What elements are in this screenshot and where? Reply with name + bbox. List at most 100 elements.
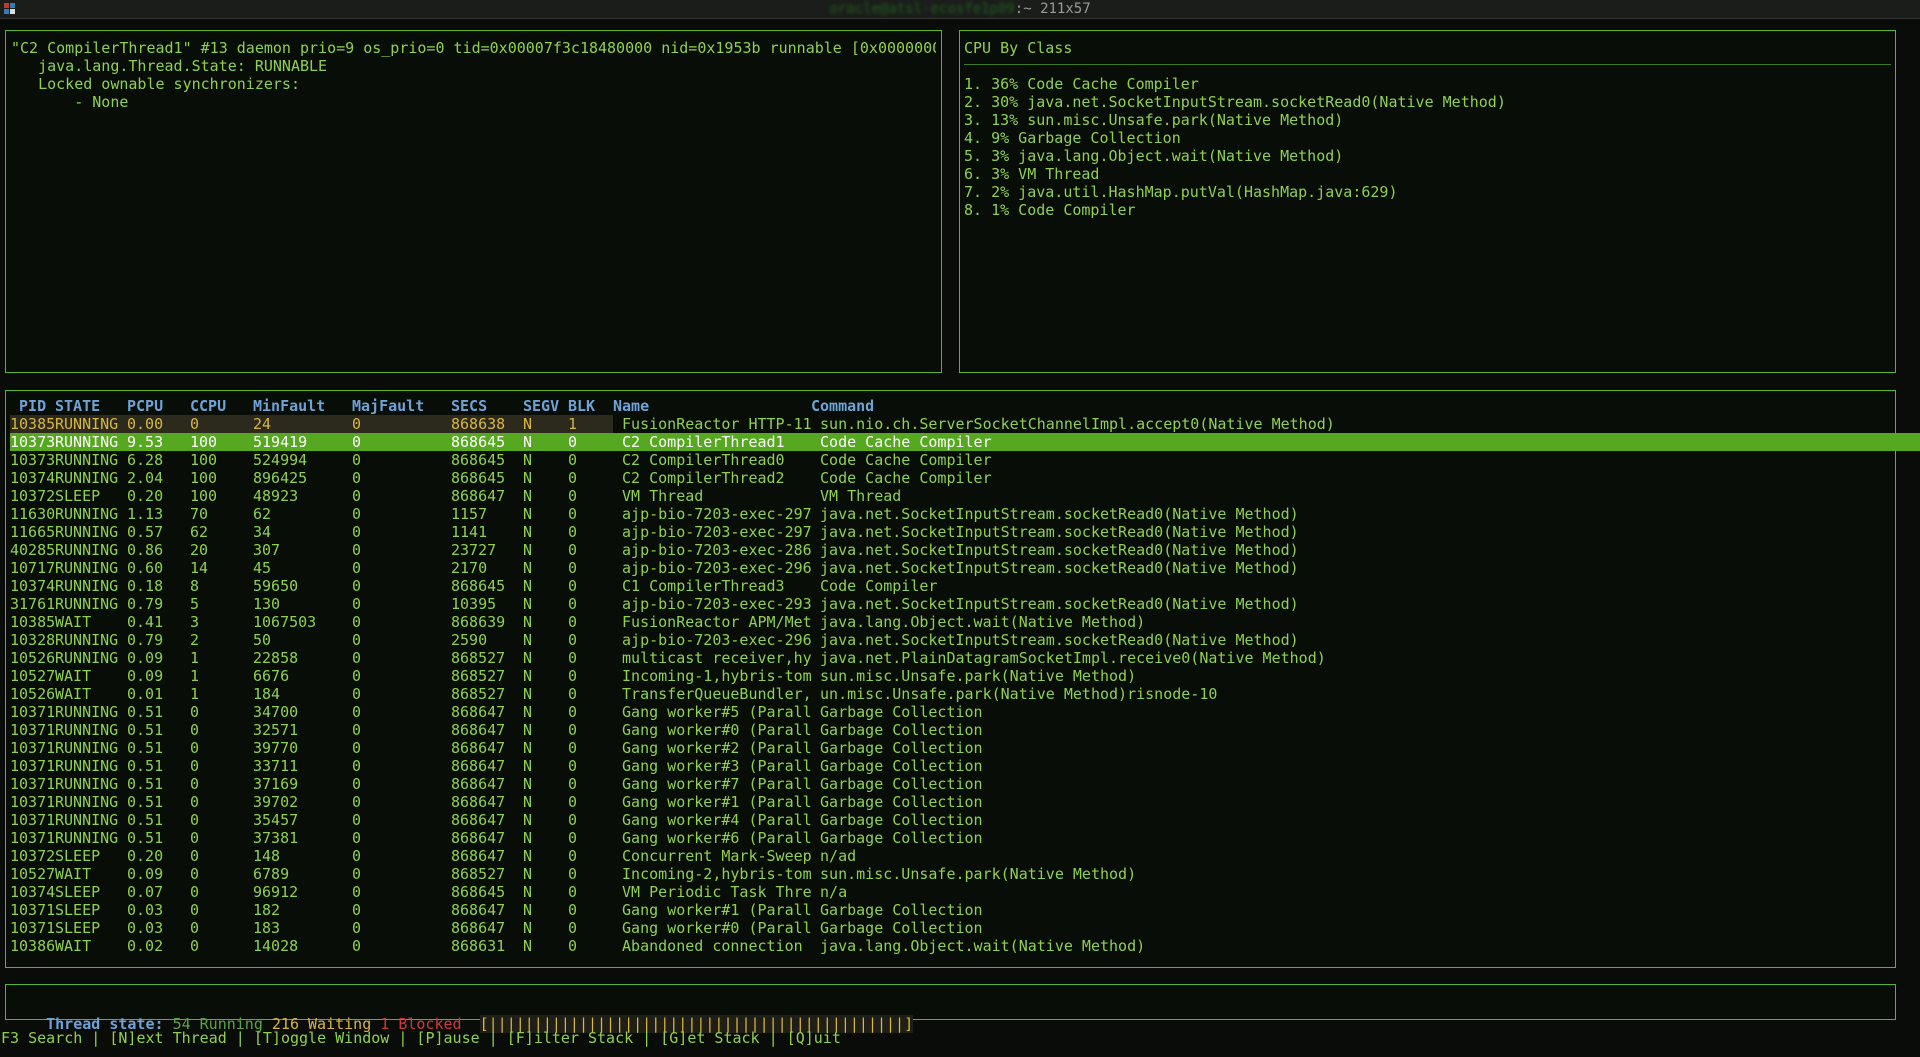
thread-cell-secs: 868647: [451, 739, 506, 757]
thread-cell-segv: N: [523, 577, 533, 595]
column-header-blk[interactable]: BLK: [568, 397, 613, 415]
thread-row[interactable]: 103718SLEEP 0.03 0 183 0 868647 N 0 Gang worker…: [10, 919, 1920, 937]
column-header-secs[interactable]: SECS: [451, 397, 523, 415]
thread-cell-ccpu: 0: [190, 793, 200, 811]
column-header-minfault[interactable]: MinFault: [253, 397, 352, 415]
thread-cell-pid: 103739: [10, 433, 55, 451]
thread-cell-pcpu: 2.04: [127, 469, 164, 487]
thread-row[interactable]: 105265WAIT 0.01 1 184 0 868527 N 0 TransferQueu…: [10, 685, 1920, 703]
thread-cell-pcpu: 0.51: [127, 829, 164, 847]
thread-cell-name: C2 CompilerThread2: [613, 469, 785, 487]
thread-cell-blk: 0: [568, 559, 578, 577]
thread-row[interactable]: 103280RUNNING 0.79 2 50 0 2590 N 0 ajp-bio-7203…: [10, 631, 1920, 649]
thread-row[interactable]: 105275WAIT 0.09 0 6789 0 868527 N 0 Incoming-2,…: [10, 865, 1920, 883]
thread-cell-ccpu: 0: [190, 901, 200, 919]
thread-cell-minfault: 307: [253, 541, 281, 559]
thread-row[interactable]: 107175RUNNING 0.60 14 45 0 2170 N 0 ajp-bio-720…: [10, 559, 1920, 577]
thread-table[interactable]: PID STATE PCPU CCPU MinFault MajFault SECS SEGV…: [10, 397, 1920, 955]
thread-row[interactable]: 103715RUNNING 0.51 0 34700 0 868647 N 0 Gang wo…: [10, 703, 1920, 721]
thread-row[interactable]: 103726SLEEP 0.20 100 48923 0 868647 N 0 VM Thre…: [10, 487, 1920, 505]
column-header-name[interactable]: Name: [613, 397, 811, 415]
thread-row[interactable]: 103712RUNNING 0.51 0 39770 0 868647 N 0 Gang wo…: [10, 739, 1920, 757]
thread-cell-secs: 868527: [451, 685, 506, 703]
thread-cell-state: SLEEP: [55, 487, 101, 505]
column-header-command[interactable]: Command: [811, 397, 1920, 415]
thread-row[interactable]: 103716RUNNING 0.51 0 37381 0 868647 N 0 Gang wo…: [10, 829, 1920, 847]
column-header-pcpu[interactable]: PCPU: [127, 397, 190, 415]
thread-row[interactable]: 103717RUNNING 0.51 0 37169 0 868647 N 0 Gang wo…: [10, 775, 1920, 793]
thread-cell-state: RUNNING: [55, 451, 119, 469]
thread-row[interactable]: 103711RUNNING 0.51 0 39702 0 868647 N 0 Gang wo…: [10, 793, 1920, 811]
thread-row[interactable]: 103857RUNNING0.000240868638N1 FusionReac…: [10, 415, 1920, 433]
thread-row[interactable]: 105267RUNNING 0.09 1 22858 0 868527 N 0 multica…: [10, 649, 1920, 667]
thread-row[interactable]: 116303RUNNING 1.13 70 62 0 1157 N 0 ajp-bio-720…: [10, 505, 1920, 523]
thread-cell-state: RUNNING: [55, 811, 119, 829]
column-header-pid[interactable]: PID: [10, 397, 55, 415]
thread-cell-segv: N: [523, 523, 533, 541]
thread-cell-minfault: 39702: [253, 793, 299, 811]
thread-cell-state: RUNNING: [55, 703, 119, 721]
thread-cell-majfault: 0: [352, 739, 362, 757]
thread-cell-segv: N: [523, 613, 533, 631]
thread-cell-minfault: 96912: [253, 883, 299, 901]
thread-row[interactable]: 105274WAIT 0.09 1 6676 0 868527 N 0 Incoming-1,…: [10, 667, 1920, 685]
thread-cell-blk: 0: [568, 829, 578, 847]
column-header-ccpu[interactable]: CCPU: [190, 397, 253, 415]
thread-cell-state: SLEEP: [55, 847, 101, 865]
thread-row[interactable]: 103739RUNNING9.531005194190868645N0 C2 C…: [10, 433, 1920, 451]
thread-row[interactable]: 103719SLEEP 0.03 0 182 0 868647 N 0 Gang worker…: [10, 901, 1920, 919]
thread-cell-secs: 2590: [451, 631, 488, 649]
thread-cell-minfault: 50: [253, 631, 272, 649]
thread-cell-minfault: 37169: [253, 775, 299, 793]
thread-cell-majfault: 0: [352, 847, 362, 865]
stack-trace-panel[interactable]: "C2 CompilerThread1" #13 daemon prio=9 o…: [5, 30, 942, 373]
thread-cell-pid: 103852: [10, 613, 55, 631]
thread-cell-pcpu: 0.57: [127, 523, 164, 541]
thread-cell-secs: 1157: [451, 505, 488, 523]
thread-row[interactable]: 103864WAIT 0.02 0 14028 0 868631 N 0 Abandoned …: [10, 937, 1920, 955]
cpu-by-class-panel[interactable]: CPU By Class 1. 36% Code Cache Compiler 2…: [959, 30, 1896, 373]
cpu-class-item: 5. 3% java.lang.Object.wait(Native Metho…: [964, 147, 1344, 165]
thread-cell-minfault: 39770: [253, 739, 299, 757]
thread-cell-name: TransferQueueBundler,hybriss: [622, 685, 811, 703]
thread-row[interactable]: 40285 RUNNING 0.86 20 307 0 23727 N 0 ajp-bio-72…: [10, 541, 1920, 559]
thread-row[interactable]: 103741RUNNING 0.18 8 59650 0 868645 N 0 C1 Comp…: [10, 577, 1920, 595]
thread-cell-command: java.lang.Object.wait(Native Method): [811, 937, 1146, 955]
thread-cell-state: RUNNING: [55, 757, 119, 775]
thread-table-body[interactable]: 103857RUNNING0.000240868638N1 FusionReac…: [10, 415, 1920, 955]
thread-row[interactable]: 103746SLEEP 0.07 0 96912 0 868645 N 0 VM Period…: [10, 883, 1920, 901]
thread-cell-secs: 868645: [451, 469, 506, 487]
stack-trace-line: - None: [11, 93, 129, 111]
thread-row[interactable]: 103714RUNNING 0.51 0 35457 0 868647 N 0 Gang wo…: [10, 811, 1920, 829]
thread-cell-state: WAIT: [55, 667, 92, 685]
thread-cell-pid: 103864: [10, 937, 55, 955]
thread-state-panel: Thread state: 54 Running 216 Waiting 1 B…: [5, 984, 1896, 1033]
thread-row[interactable]: 116651RUNNING 0.57 62 34 0 1141 N 0 ajp-bio-720…: [10, 523, 1920, 541]
thread-table-panel[interactable]: PID STATE PCPU CCPU MinFault MajFault SECS SEGV…: [5, 390, 1920, 968]
thread-cell-command: Garbage Collection: [811, 811, 983, 829]
thread-cell-ccpu: 1: [190, 649, 200, 667]
thread-row[interactable]: 103720SLEEP 0.20 0 148 0 868647 N 0 Concurrent …: [10, 847, 1920, 865]
thread-row[interactable]: 103710RUNNING 0.51 0 32571 0 868647 N 0 Gang wo…: [10, 721, 1920, 739]
thread-cell-majfault: 0: [352, 865, 362, 883]
thread-cell-segv: N: [523, 649, 533, 667]
thread-cell-blk: 0: [568, 667, 578, 685]
thread-cell-minfault: 35457: [253, 811, 299, 829]
thread-row[interactable]: 103740RUNNING 2.04 100 896425 0 868645 N 0 C2 C…: [10, 469, 1920, 487]
thread-cell-secs: 868647: [451, 703, 506, 721]
thread-cell-majfault: 0: [352, 937, 362, 955]
thread-cell-state: RUNNING: [55, 523, 119, 541]
thread-row[interactable]: 31761 RUNNING 0.79 5 130 0 10395 N 0 ajp-bio-720…: [10, 595, 1920, 613]
thread-cell-name: Gang worker#1 (Parallel GC: [622, 793, 811, 811]
thread-cell-pid: 103710: [10, 721, 55, 739]
column-header-segv[interactable]: SEGV: [523, 397, 568, 415]
thread-cell-pcpu: 0.01: [127, 685, 164, 703]
thread-row[interactable]: 103738RUNNING 6.28 100 524994 0 868645 N 0 C2 C…: [10, 451, 1920, 469]
thread-row[interactable]: 103713RUNNING 0.51 0 33711 0 868647 N 0 Gang wo…: [10, 757, 1920, 775]
thread-cell-ccpu: 0: [190, 757, 200, 775]
column-header-state[interactable]: STATE: [55, 397, 127, 415]
thread-row[interactable]: 103852WAIT 0.41 3 1067503 0 868639 N 0 FusionRe…: [10, 613, 1920, 631]
column-header-majfault[interactable]: MajFault: [352, 397, 451, 415]
thread-cell-segv: N: [523, 559, 533, 577]
thread-cell-majfault: 0: [352, 685, 362, 703]
